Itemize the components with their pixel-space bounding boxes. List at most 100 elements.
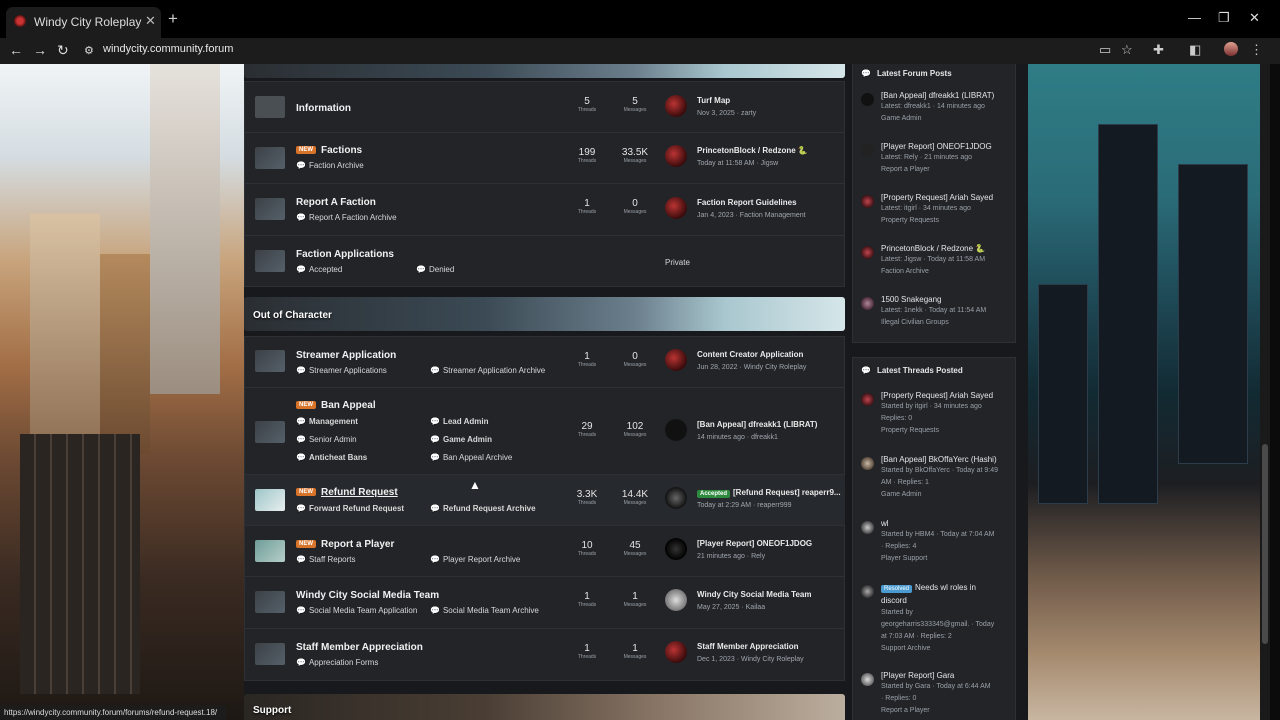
avatar[interactable] bbox=[665, 589, 687, 611]
reload-icon[interactable]: ↻ bbox=[57, 42, 69, 59]
latest-thread-item[interactable]: Resolved Needs wl roles in discord Starte… bbox=[861, 583, 1011, 669]
close-window-icon[interactable]: ✕ bbox=[1249, 10, 1260, 26]
site-info-icon[interactable]: ⚙ bbox=[84, 44, 94, 57]
subforum-label[interactable]: Faction Archive bbox=[309, 161, 364, 170]
avatar[interactable] bbox=[861, 521, 874, 534]
avatar[interactable] bbox=[861, 246, 874, 259]
avatar[interactable] bbox=[861, 93, 874, 106]
minimize-icon[interactable]: — bbox=[1188, 10, 1201, 25]
post-title[interactable]: 1500 Snakegang bbox=[881, 295, 942, 304]
forum-node-factions[interactable]: NEW Factions 💬 Faction Archive 199 Threads … bbox=[245, 133, 845, 184]
subforum-link[interactable]: 💬 Report A Faction Archive bbox=[296, 213, 397, 222]
last-post-title[interactable]: PrincetonBlock / Redzone 🐍 bbox=[697, 146, 847, 155]
node-title[interactable]: Information bbox=[296, 103, 351, 114]
thread-forum[interactable]: Game Admin bbox=[881, 491, 921, 498]
avatar[interactable] bbox=[665, 538, 687, 560]
profile-avatar[interactable] bbox=[1224, 42, 1238, 56]
subforum-link[interactable]: 💬 Player Report Archive bbox=[430, 555, 520, 564]
subforum-label[interactable]: Game Admin bbox=[443, 435, 492, 444]
avatar[interactable] bbox=[665, 487, 687, 509]
subforum-link[interactable]: 💬 Lead Admin bbox=[430, 417, 488, 426]
thread-title[interactable]: [Property Request] Ariah Sayed bbox=[881, 391, 993, 400]
latest-thread-item[interactable]: wl Started by HBM4 · Today at 7:04 AM · … bbox=[861, 519, 1011, 579]
avatar[interactable] bbox=[665, 641, 687, 663]
subforum-label[interactable]: Refund Request Archive bbox=[443, 504, 536, 513]
sidepanel-icon[interactable]: ◧ bbox=[1189, 42, 1201, 58]
last-post-title[interactable]: Faction Report Guidelines bbox=[697, 198, 847, 207]
subforum-link[interactable]: 💬 Forward Refund Request bbox=[296, 504, 404, 513]
thread-forum[interactable]: Support Archive bbox=[881, 645, 930, 652]
avatar[interactable] bbox=[665, 145, 687, 167]
last-post-title[interactable]: [Ban Appeal] dfreakk1 (LIBRAT) bbox=[697, 420, 847, 429]
avatar[interactable] bbox=[665, 197, 687, 219]
category-title[interactable]: Support bbox=[253, 705, 291, 716]
subforum-link[interactable]: 💬 Social Media Team Application bbox=[296, 606, 417, 615]
menu-icon[interactable]: ⋮ bbox=[1250, 42, 1263, 58]
avatar[interactable] bbox=[861, 144, 874, 157]
forum-node-report-a-faction[interactable]: Report A Faction 💬 Report A Faction Archi… bbox=[245, 184, 845, 236]
post-forum[interactable]: Report a Player bbox=[881, 166, 930, 173]
node-title[interactable]: NEW Refund Request bbox=[296, 487, 398, 498]
avatar[interactable] bbox=[861, 297, 874, 310]
close-tab-icon[interactable]: ✕ bbox=[145, 13, 156, 29]
subforum-label[interactable]: Player Report Archive bbox=[443, 555, 520, 564]
subforum-label[interactable]: Report A Faction Archive bbox=[309, 213, 397, 222]
post-title[interactable]: [Property Request] Ariah Sayed bbox=[881, 193, 993, 202]
last-post-title[interactable]: Accepted [Refund Request] reaperr9... bbox=[697, 488, 847, 498]
latest-thread-item[interactable]: [Ban Appeal] BkOffaYerc (Hashi) Started … bbox=[861, 455, 1011, 515]
subforum-link[interactable]: 💬 Accepted bbox=[296, 265, 342, 274]
subforum-label[interactable]: Accepted bbox=[309, 265, 342, 274]
subforum-link[interactable]: 💬 Refund Request Archive bbox=[430, 504, 536, 513]
post-forum[interactable]: Property Requests bbox=[881, 217, 939, 224]
latest-post-item[interactable]: [Ban Appeal] dfreakk1 (LIBRAT) Latest: d… bbox=[861, 91, 1011, 141]
forum-node-streamer-application[interactable]: Streamer Application 💬 Streamer Applicati… bbox=[245, 337, 845, 388]
post-title[interactable]: [Ban Appeal] dfreakk1 (LIBRAT) bbox=[881, 91, 994, 100]
avatar[interactable] bbox=[861, 457, 874, 470]
forum-node-faction-applications[interactable]: Faction Applications 💬 Accepted 💬 Denied P… bbox=[245, 236, 845, 287]
avatar[interactable] bbox=[861, 585, 874, 598]
back-icon[interactable]: ← bbox=[9, 42, 23, 58]
latest-thread-item[interactable]: [Player Report] Gara Started by Gara · T… bbox=[861, 671, 1011, 720]
subforum-label[interactable]: Management bbox=[309, 417, 358, 426]
forum-node-ban-appeal[interactable]: NEW Ban Appeal 💬 Management 💬 Lead Admin 💬 S… bbox=[245, 388, 845, 475]
subforum-link[interactable]: 💬 Management bbox=[296, 417, 358, 426]
node-title[interactable]: Faction Applications bbox=[296, 249, 394, 260]
subforum-link[interactable]: 💬 Appreciation Forms bbox=[296, 658, 378, 667]
latest-post-item[interactable]: [Player Report] ONEOF1JDOG Latest: Rely … bbox=[861, 142, 1011, 192]
subforum-label[interactable]: Anticheat Bans bbox=[309, 453, 367, 462]
subforum-link[interactable]: 💬 Faction Archive bbox=[296, 161, 364, 170]
node-title[interactable]: Windy City Social Media Team bbox=[296, 590, 439, 601]
latest-post-item[interactable]: 1500 Snakegang Latest: 1nekk · Today at … bbox=[861, 295, 1011, 345]
cast-icon[interactable]: ▭ bbox=[1099, 42, 1111, 58]
avatar[interactable] bbox=[861, 195, 874, 208]
post-title[interactable]: [Player Report] ONEOF1JDOG bbox=[881, 142, 992, 151]
thread-forum[interactable]: Player Support bbox=[881, 555, 927, 562]
thread-title-line2[interactable]: discord bbox=[881, 596, 907, 605]
last-post-title[interactable]: [Player Report] ONEOF1JDOG bbox=[697, 539, 847, 548]
forum-node-information[interactable]: Information 5 Threads 5 Messages Turf Map N… bbox=[245, 82, 845, 133]
node-title[interactable]: NEW Report a Player bbox=[296, 539, 394, 550]
subforum-label[interactable]: Ban Appeal Archive bbox=[443, 453, 512, 462]
avatar[interactable] bbox=[861, 673, 874, 686]
thread-title[interactable]: wl bbox=[881, 519, 889, 528]
subforum-link[interactable]: 💬 Ban Appeal Archive bbox=[430, 453, 512, 462]
maximize-icon[interactable]: ❐ bbox=[1218, 10, 1230, 26]
last-post-title[interactable]: Windy City Social Media Team bbox=[697, 590, 847, 599]
node-title[interactable]: Report A Faction bbox=[296, 197, 376, 208]
avatar[interactable] bbox=[861, 393, 874, 406]
last-post-title-text[interactable]: [Refund Request] reaperr9... bbox=[733, 488, 841, 497]
node-title[interactable]: NEW Ban Appeal bbox=[296, 400, 376, 411]
post-forum[interactable]: Illegal Civilian Groups bbox=[881, 319, 949, 326]
subforum-label[interactable]: Streamer Application Archive bbox=[443, 366, 545, 375]
node-title[interactable]: Streamer Application bbox=[296, 350, 396, 361]
category-banner-support[interactable]: Support bbox=[244, 694, 845, 720]
new-tab-icon[interactable]: + bbox=[168, 9, 178, 29]
extensions-icon[interactable]: ✚ bbox=[1153, 42, 1164, 58]
subforum-label[interactable]: Forward Refund Request bbox=[309, 504, 404, 513]
node-title-text[interactable]: Refund Request bbox=[321, 487, 398, 498]
node-title[interactable]: Staff Member Appreciation bbox=[296, 642, 423, 653]
subforum-link[interactable]: 💬 Streamer Application Archive bbox=[430, 366, 545, 375]
subforum-label[interactable]: Staff Reports bbox=[309, 555, 356, 564]
forum-node-refund-request[interactable]: NEW Refund Request 💬 Forward Refund Reques… bbox=[245, 475, 845, 526]
avatar[interactable] bbox=[665, 419, 687, 441]
